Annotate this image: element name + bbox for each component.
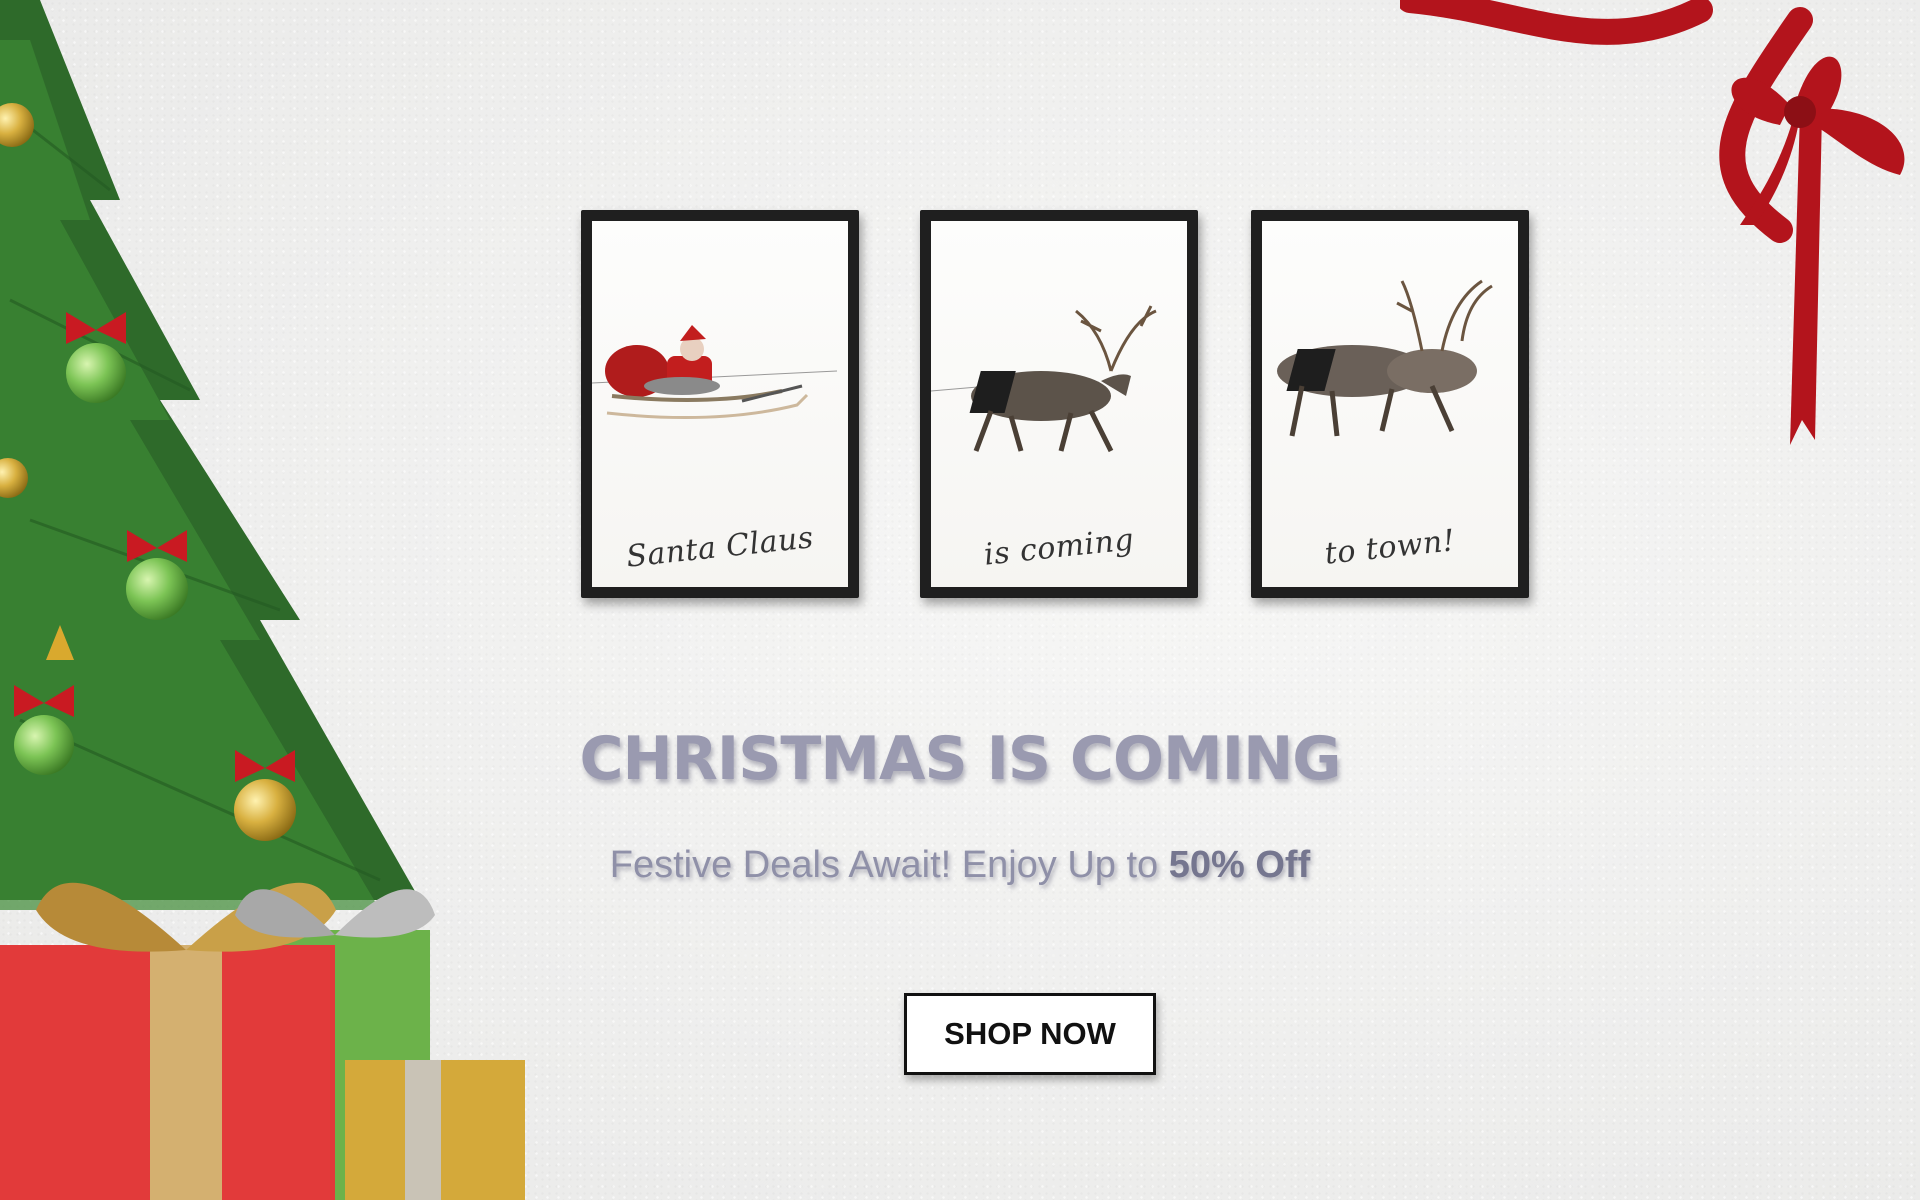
wall-frame-santa: Santa Claus — [581, 210, 859, 598]
frame-artwork: Santa Claus — [592, 221, 848, 587]
wall-frame-reindeer-herd: to town! — [1251, 210, 1529, 598]
discount-highlight: 50% Off — [1168, 844, 1311, 886]
frame-artwork: is coming — [931, 221, 1187, 587]
christmas-tree-illustration — [0, 0, 525, 1200]
frame-artwork: to town! — [1262, 221, 1518, 587]
promo-subheadline: Festive Deals Await! Enjoy Up to 50% Off — [0, 844, 1920, 887]
shop-now-button[interactable]: SHOP NOW — [904, 993, 1156, 1075]
page-headline: CHRISTMAS IS COMING — [579, 724, 1341, 794]
promo-text: Festive Deals Await! Enjoy Up to — [609, 844, 1169, 886]
wall-frame-reindeer: is coming — [920, 210, 1198, 598]
